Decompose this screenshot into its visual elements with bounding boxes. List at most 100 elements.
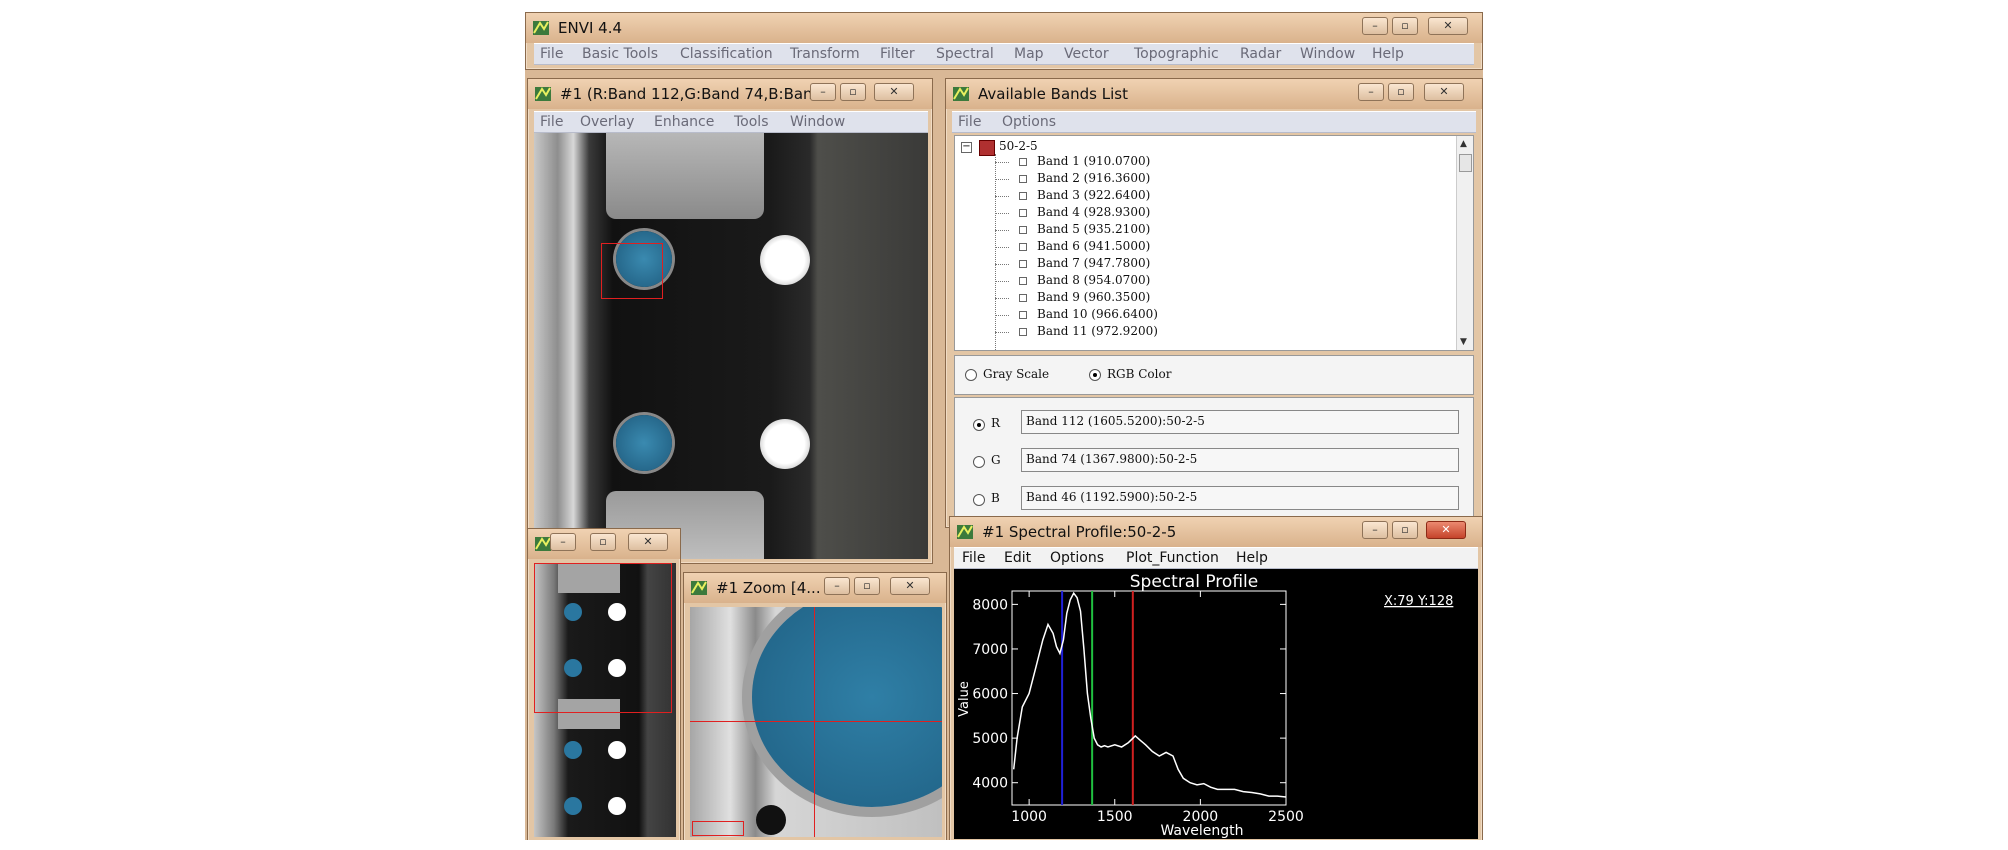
menu-filter[interactable]: Filter: [880, 46, 915, 62]
menu-tools[interactable]: Tools: [734, 114, 769, 130]
green-channel-radio[interactable]: [973, 456, 985, 468]
green-band-field[interactable]: Band 74 (1367.9800):50-2-5: [1021, 448, 1459, 472]
blue-band-field[interactable]: Band 46 (1192.5900):50-2-5: [1021, 486, 1459, 510]
menu-classification[interactable]: Classification: [680, 46, 773, 62]
menu-options[interactable]: Options: [1050, 550, 1104, 566]
scroll-up-arrow[interactable]: ▲: [1460, 139, 1467, 149]
band-item[interactable]: Band 1 (910.0700): [1037, 154, 1150, 168]
zoom-title-bar[interactable]: #1 Zoom [4... – ▫ ✕: [684, 573, 946, 603]
minimize-button[interactable]: –: [1362, 521, 1388, 539]
close-button[interactable]: ✕: [890, 577, 930, 595]
band-item[interactable]: Band 4 (928.9300): [1037, 205, 1150, 219]
band-checkbox[interactable]: [1019, 226, 1027, 234]
band-checkbox[interactable]: [1019, 311, 1027, 319]
band-checkbox[interactable]: [1019, 328, 1027, 336]
zoom-control-buttons[interactable]: [692, 821, 744, 836]
maximize-button[interactable]: ▫: [840, 83, 866, 101]
band-item[interactable]: Band 8 (954.0700): [1037, 273, 1150, 287]
minimize-button[interactable]: –: [1358, 83, 1384, 101]
band-tree[interactable]: − 50-2-5 Band 1 (910.0700) Band 2 (916.3…: [954, 135, 1474, 351]
menu-options[interactable]: Options: [1002, 114, 1056, 130]
menu-window[interactable]: Window: [1300, 46, 1355, 62]
band-item[interactable]: Band 9 (960.3500): [1037, 290, 1150, 304]
gray-scale-radio[interactable]: [965, 369, 977, 381]
spectral-profile-plot[interactable]: Spectral Profile X:79 Y:128 Wavelength V…: [954, 569, 1478, 839]
envi-title-bar[interactable]: ENVI 4.4 – ▫ ✕: [526, 13, 1482, 43]
tree-collapse-toggle[interactable]: −: [961, 142, 972, 153]
band-item[interactable]: Band 2 (916.3600): [1037, 171, 1150, 185]
menu-window[interactable]: Window: [790, 114, 845, 130]
menu-map[interactable]: Map: [1014, 46, 1044, 62]
band-checkbox[interactable]: [1019, 243, 1027, 251]
band-item[interactable]: Band 5 (935.2100): [1037, 222, 1150, 236]
maximize-button[interactable]: ▫: [1392, 17, 1418, 35]
x-tick-label: 1500: [1097, 809, 1133, 825]
band-checkbox[interactable]: [1019, 260, 1027, 268]
menu-plot-function[interactable]: Plot_Function: [1126, 550, 1219, 566]
menu-file[interactable]: File: [540, 46, 563, 62]
menu-file[interactable]: File: [958, 114, 981, 130]
menu-basic-tools[interactable]: Basic Tools: [582, 46, 658, 62]
display-mode-group: Gray Scale RGB Color: [954, 355, 1474, 395]
menu-help[interactable]: Help: [1372, 46, 1404, 62]
scroll-title-bar[interactable]: – ▫ ✕: [528, 529, 680, 559]
close-button[interactable]: ✕: [874, 83, 914, 101]
scroll-down-arrow[interactable]: ▼: [1460, 337, 1467, 347]
band-checkbox[interactable]: [1019, 175, 1027, 183]
menu-transform[interactable]: Transform: [790, 46, 860, 62]
menu-overlay[interactable]: Overlay: [580, 114, 634, 130]
band-item[interactable]: Band 10 (966.6400): [1037, 307, 1158, 321]
menu-file[interactable]: File: [962, 550, 985, 566]
close-button[interactable]: ✕: [1426, 521, 1466, 539]
maximize-button[interactable]: ▫: [590, 533, 616, 551]
band-checkbox[interactable]: [1019, 294, 1027, 302]
band-item[interactable]: Band 6 (941.5000): [1037, 239, 1150, 253]
menu-spectral[interactable]: Spectral: [936, 46, 994, 62]
close-button[interactable]: ✕: [628, 533, 668, 551]
band-item[interactable]: Band 7 (947.7800): [1037, 256, 1150, 270]
tree-root-label[interactable]: 50-2-5: [999, 139, 1038, 153]
minimize-button[interactable]: –: [550, 533, 576, 551]
close-button[interactable]: ✕: [1428, 17, 1468, 35]
overview-image[interactable]: [534, 563, 676, 837]
file-icon: [979, 140, 995, 156]
red-channel-radio[interactable]: [973, 419, 985, 431]
close-button[interactable]: ✕: [1424, 83, 1464, 101]
rgb-color-radio[interactable]: [1089, 369, 1101, 381]
band-item[interactable]: Band 11 (972.9200): [1037, 324, 1158, 338]
desktop: ENVI 4.4 – ▫ ✕ File Basic Tools Classifi…: [525, 12, 1483, 840]
maximize-button[interactable]: ▫: [1388, 83, 1414, 101]
minimize-button[interactable]: –: [1362, 17, 1388, 35]
rgb-color-label[interactable]: RGB Color: [1107, 367, 1171, 381]
bands-title-bar[interactable]: Available Bands List – ▫ ✕: [946, 79, 1482, 109]
zoom-box-indicator[interactable]: [601, 243, 663, 299]
image-title-bar[interactable]: #1 (R:Band 112,G:Band 74,B:Ban... – ▫ ✕: [528, 79, 932, 109]
maximize-button[interactable]: ▫: [1392, 521, 1418, 539]
menu-radar[interactable]: Radar: [1240, 46, 1281, 62]
menu-file[interactable]: File: [540, 114, 563, 130]
band-item[interactable]: Band 3 (922.6400): [1037, 188, 1150, 202]
menu-vector[interactable]: Vector: [1064, 46, 1109, 62]
minimize-button[interactable]: –: [824, 577, 850, 595]
minimize-button[interactable]: –: [810, 83, 836, 101]
menu-enhance[interactable]: Enhance: [654, 114, 714, 130]
scroll-thumb[interactable]: [1459, 154, 1472, 172]
blue-channel-radio[interactable]: [973, 494, 985, 506]
zoom-image-view[interactable]: [690, 607, 942, 837]
red-band-field[interactable]: Band 112 (1605.5200):50-2-5: [1021, 410, 1459, 434]
profile-title-bar[interactable]: #1 Spectral Profile:50-2-5 – ▫ ✕: [950, 517, 1482, 547]
image-box-indicator[interactable]: [534, 563, 672, 713]
gray-scale-label[interactable]: Gray Scale: [983, 367, 1049, 381]
maximize-button[interactable]: ▫: [854, 577, 880, 595]
band-checkbox[interactable]: [1019, 277, 1027, 285]
menu-edit[interactable]: Edit: [1004, 550, 1031, 566]
band-checkbox[interactable]: [1019, 209, 1027, 217]
red-band-value: Band 112 (1605.5200):50-2-5: [1026, 414, 1205, 428]
y-tick-label: 5000: [972, 731, 1008, 747]
menu-topographic[interactable]: Topographic: [1134, 46, 1219, 62]
vertical-scrollbar[interactable]: ▲ ▼: [1456, 136, 1473, 350]
menu-help[interactable]: Help: [1236, 550, 1268, 566]
band-checkbox[interactable]: [1019, 158, 1027, 166]
band-checkbox[interactable]: [1019, 192, 1027, 200]
hyperspectral-image-view[interactable]: [534, 133, 928, 559]
